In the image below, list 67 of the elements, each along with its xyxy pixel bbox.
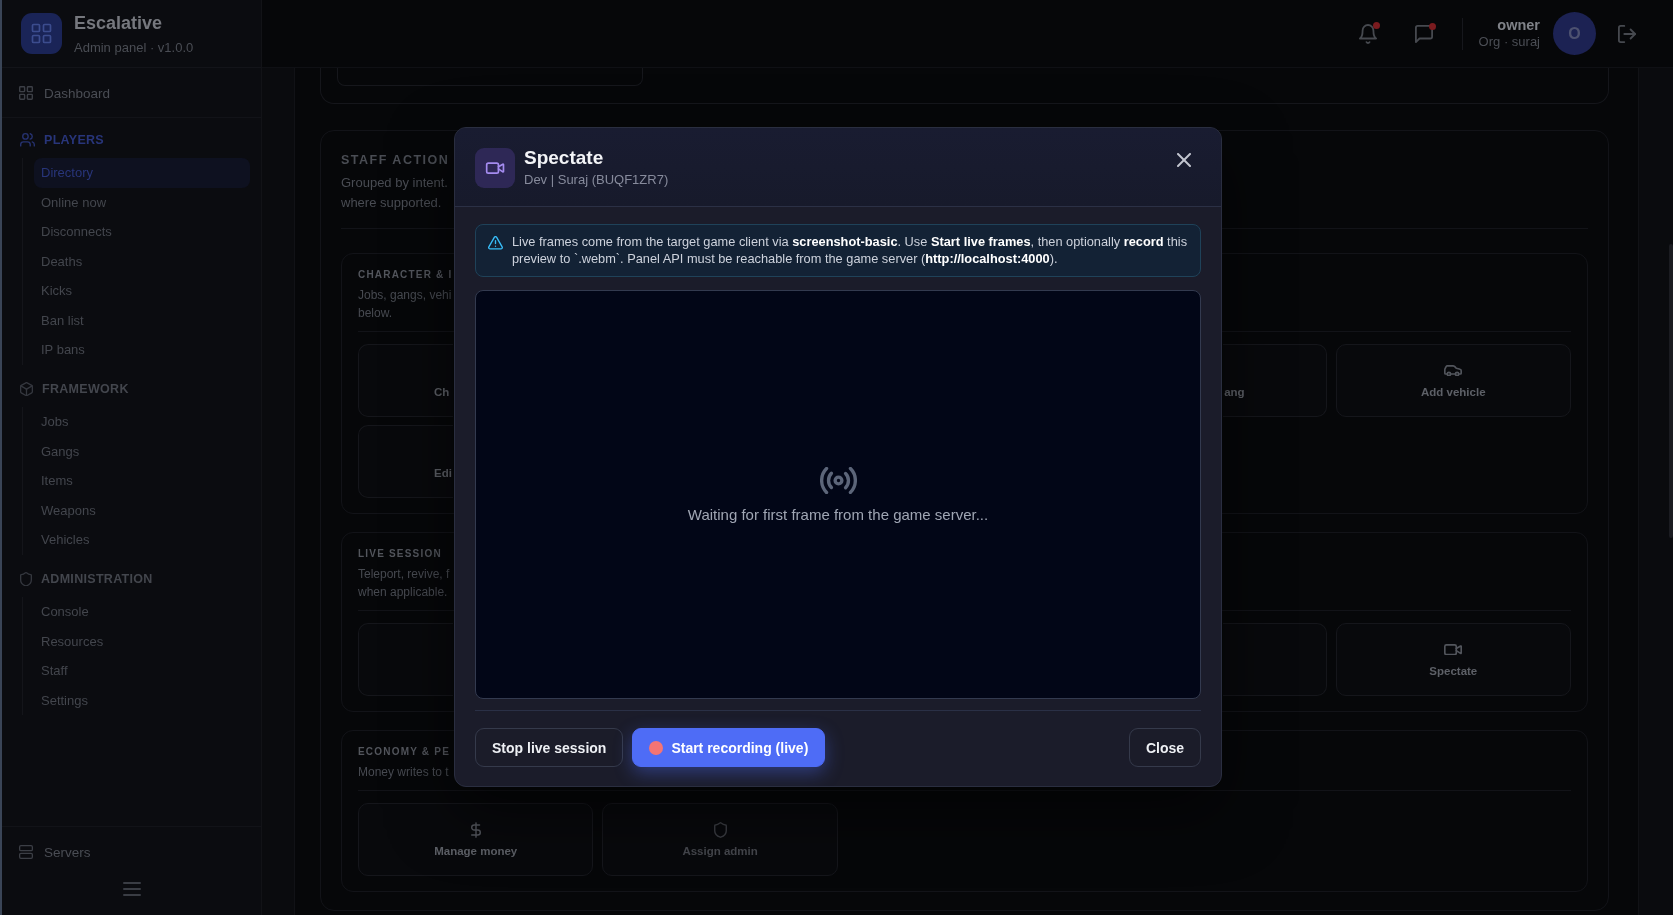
nav-item[interactable]: Gangs xyxy=(34,436,250,466)
nav-item[interactable]: Vehicles xyxy=(34,525,250,555)
server-icon xyxy=(19,845,33,859)
section-description: where supported. xyxy=(341,194,442,212)
shield-icon xyxy=(713,821,727,838)
shield-icon xyxy=(20,571,32,587)
logout-icon[interactable] xyxy=(1618,24,1636,43)
action-button[interactable]: Manage money xyxy=(358,803,594,876)
chat-bubble-icon[interactable] xyxy=(1414,24,1433,43)
app-version: Admin panel · v1.0.0 xyxy=(74,39,194,56)
video-camera-icon xyxy=(1444,643,1463,656)
group-description: when applicable. xyxy=(358,584,448,601)
record-button[interactable]: Start recording (live) xyxy=(632,728,826,767)
info-text: Live frames come from the target game client via screenshot-basic. Use Start live frames, then optionally record this preview to `.webm`. Panel API must be reachable from the game server (http://localhost:4000). xyxy=(512,234,1188,267)
group-title: LIVE SESSION xyxy=(358,547,442,561)
dollar-icon xyxy=(470,821,481,838)
preview-status: Waiting for first frame from the game server... xyxy=(687,505,989,523)
nav-item[interactable]: Disconnects xyxy=(34,217,250,247)
nav-item[interactable]: Jobs xyxy=(34,407,250,437)
car-icon xyxy=(1444,364,1463,377)
nav-item[interactable]: Kicks xyxy=(34,276,250,306)
nav-item[interactable]: Deaths xyxy=(34,246,250,276)
nav-item[interactable]: Staff xyxy=(34,656,250,686)
group-description: Jobs, gangs, vehi xyxy=(358,287,452,304)
close-icon[interactable] xyxy=(1177,153,1191,167)
close-button[interactable]: Close xyxy=(1128,728,1201,767)
grid-logo-icon xyxy=(21,13,62,54)
nav-item[interactable]: Online now xyxy=(34,187,250,217)
nav-item[interactable]: Dashboard xyxy=(2,78,261,108)
section-heading: FRAMEWORK xyxy=(42,382,129,396)
warning-icon xyxy=(488,236,503,250)
stop-button[interactable]: Stop live session xyxy=(475,728,624,767)
section-heading: PLAYERS xyxy=(44,133,104,147)
broadcast-icon xyxy=(819,466,857,494)
dialog-subtitle: Dev | Suraj (BUQF1ZR7) xyxy=(524,172,669,188)
bell-icon[interactable] xyxy=(1358,23,1377,44)
action-button[interactable]: Ch xyxy=(358,344,453,417)
app-name: Escalative xyxy=(74,11,164,34)
nav-item[interactable]: Servers xyxy=(2,837,261,867)
group-title: ECONOMY & PE xyxy=(358,745,450,759)
dialog-title: Spectate xyxy=(524,147,605,169)
cube-icon xyxy=(20,381,33,397)
nav-item[interactable]: Console xyxy=(34,597,250,627)
action-button[interactable]: Edi xyxy=(358,425,453,498)
section-title: STAFF ACTION xyxy=(341,152,450,168)
action-button[interactable]: ang xyxy=(1222,344,1327,417)
action-button[interactable] xyxy=(1222,623,1327,696)
video-camera-icon xyxy=(475,147,515,188)
action-button[interactable]: Spectate xyxy=(1335,623,1571,696)
user-org: Org · suraj xyxy=(1478,34,1540,50)
nav-item[interactable]: Ban list xyxy=(34,305,250,335)
section-heading: ADMINISTRATION xyxy=(41,572,153,586)
nav-item[interactable]: Resources xyxy=(34,626,250,656)
nav-item[interactable]: Settings xyxy=(34,685,250,715)
user-name: owner xyxy=(1497,17,1540,34)
group-description: below. xyxy=(358,305,393,322)
action-button[interactable] xyxy=(358,623,453,696)
section-description: Grouped by intent. xyxy=(341,174,448,192)
action-button[interactable]: Add vehicle xyxy=(1335,344,1571,417)
nav-item[interactable]: Directory xyxy=(34,158,250,188)
menu-icon[interactable] xyxy=(122,882,141,896)
nav-item[interactable]: Weapons xyxy=(34,495,250,525)
nav-item[interactable]: IP bans xyxy=(34,335,250,365)
record-dot-icon xyxy=(649,740,664,755)
grid-icon xyxy=(19,86,33,100)
nav-item[interactable]: Items xyxy=(34,466,250,496)
users-icon xyxy=(20,133,35,147)
